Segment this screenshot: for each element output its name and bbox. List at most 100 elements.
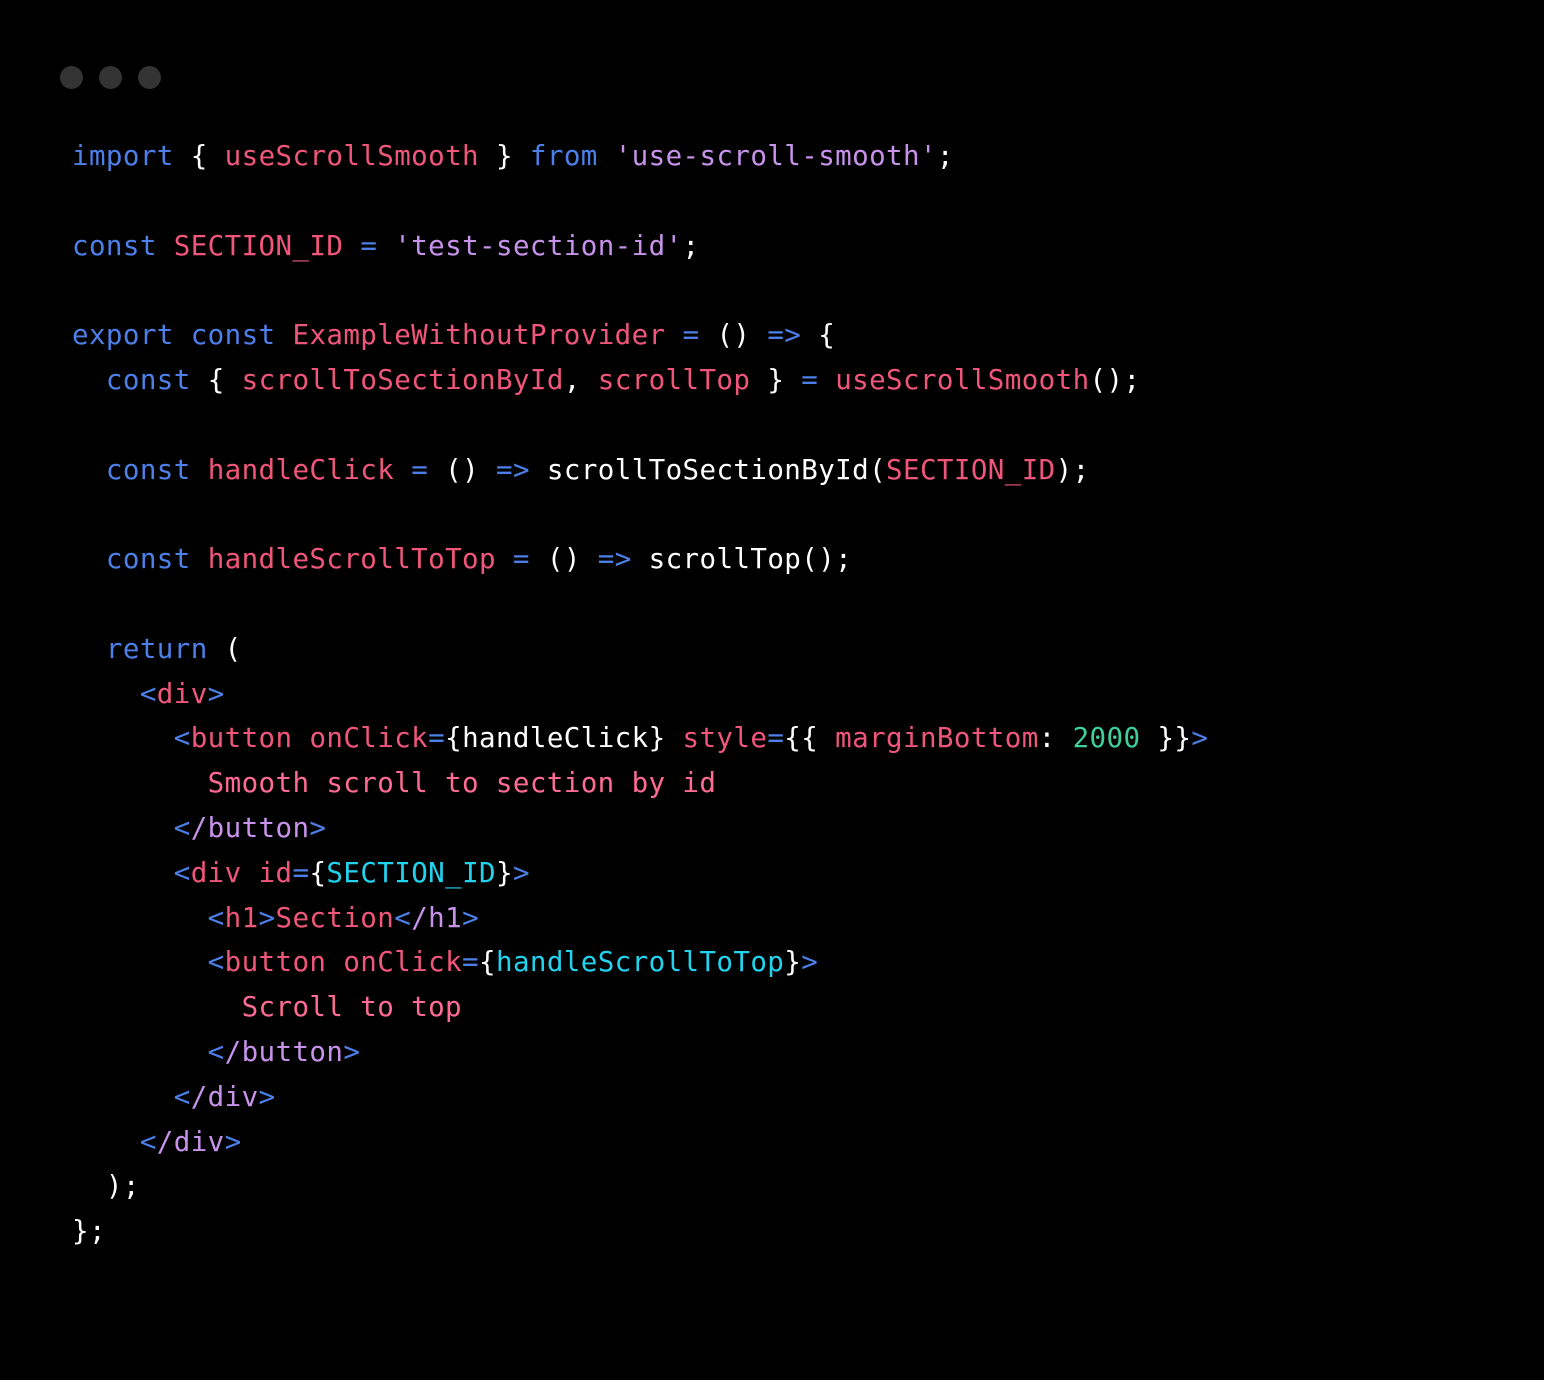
code-token: (); [801, 543, 853, 576]
code-token: /button [190, 811, 310, 844]
code-token: = [292, 856, 310, 889]
code-token: const [72, 229, 157, 262]
maximize-dot[interactable] [138, 66, 161, 89]
code-token: div [190, 856, 242, 889]
code-token: 2000 [1072, 722, 1141, 755]
code-token: export [72, 319, 174, 352]
code-line: ); [72, 1164, 1524, 1209]
code-line: }; [72, 1209, 1524, 1254]
code-token: handleScrollToTop [207, 543, 496, 576]
code-token: = [428, 722, 446, 755]
code-token: () [716, 319, 751, 352]
code-token: > [309, 811, 327, 844]
code-line: export const ExampleWithoutProvider = ()… [72, 313, 1524, 358]
code-token: ; [936, 140, 954, 172]
code-token: : [1038, 722, 1056, 755]
code-token: ); [1055, 453, 1090, 486]
code-token: Smooth scroll to section by id [207, 767, 717, 800]
code-line: </div> [72, 1120, 1524, 1165]
code-token: { [479, 946, 496, 979]
code-token: scrollToSectionById [546, 453, 870, 486]
code-token: , [563, 363, 581, 396]
code-token: < [173, 1080, 191, 1113]
code-token: {handleClick} [445, 722, 666, 755]
code-token: }; [72, 1215, 106, 1248]
code-token: {{ [784, 722, 819, 755]
code-token: scrollTop [648, 543, 802, 576]
code-line: </div> [72, 1075, 1524, 1120]
code-token: ( [869, 453, 887, 486]
code-token: < [394, 901, 412, 934]
code-token: < [173, 811, 191, 844]
code-token: onClick [309, 722, 429, 755]
code-token: < [173, 856, 191, 889]
code-line: import { useScrollSmooth } from 'use-scr… [72, 134, 1524, 179]
code-token: ); [105, 1170, 140, 1203]
code-line: const { scrollToSectionById, scrollTop }… [72, 358, 1524, 403]
code-token: > [207, 677, 225, 710]
code-token: = [801, 363, 819, 396]
code-token: id [258, 856, 293, 889]
code-token: const [105, 363, 191, 396]
code-token: < [139, 677, 157, 710]
code-token: /div [156, 1125, 225, 1158]
code-line: const handleScrollToTop = () => scrollTo… [72, 537, 1524, 582]
code-token: onClick [343, 946, 463, 979]
code-token: /h1 [411, 901, 463, 934]
code-token: < [139, 1125, 157, 1158]
code-line: ​ [72, 492, 1524, 537]
code-token: = [411, 453, 429, 486]
code-token: /button [224, 1035, 344, 1068]
code-token: ExampleWithoutProvider [292, 319, 666, 352]
code-token: SECTION_ID [886, 453, 1056, 486]
code-token: const [105, 453, 191, 486]
code-token: from [529, 140, 598, 172]
window-controls [60, 66, 161, 89]
code-line: <h1>Section</h1> [72, 896, 1524, 941]
code-token: h1 [224, 901, 259, 934]
code-token: = [682, 319, 700, 352]
code-token: > [343, 1035, 361, 1068]
code-token: { [309, 856, 327, 889]
minimize-dot[interactable] [99, 66, 122, 89]
code-token: Section [275, 901, 395, 934]
code-line: ​ [72, 179, 1524, 224]
close-dot[interactable] [60, 66, 83, 89]
code-token: => [597, 543, 632, 576]
code-line: const handleClick = () => scrollToSectio… [72, 448, 1524, 493]
code-line: Scroll to top [72, 985, 1524, 1030]
code-token: < [207, 946, 225, 979]
